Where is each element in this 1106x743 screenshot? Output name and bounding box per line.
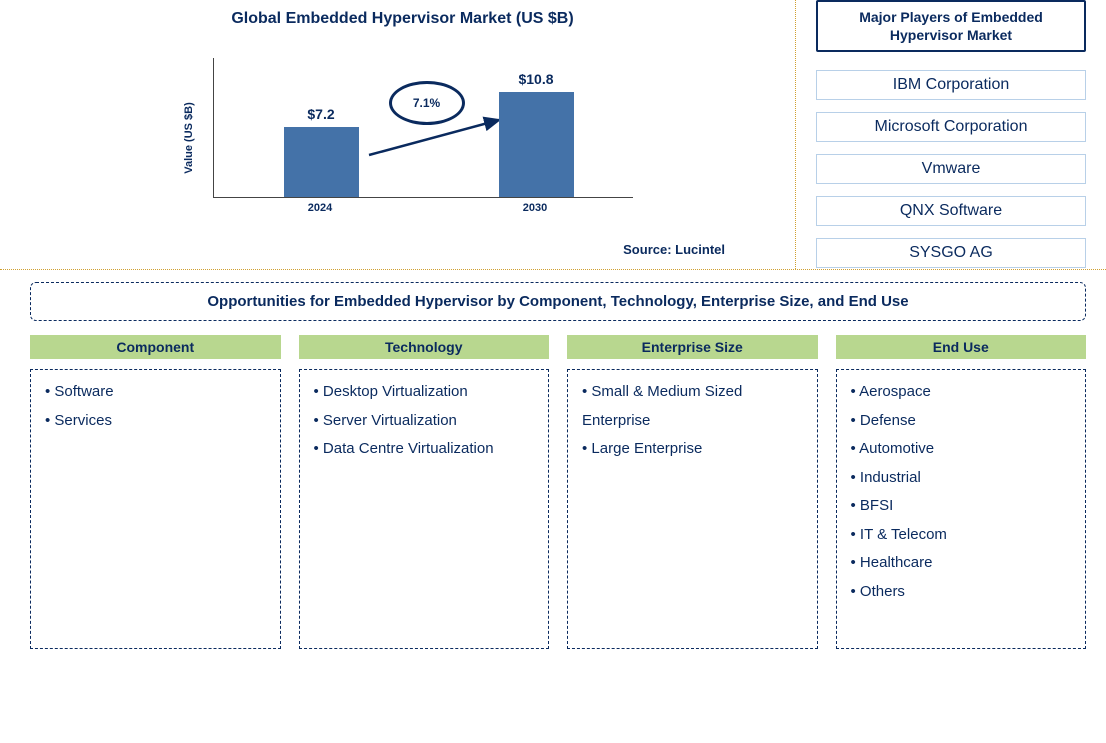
- bar-chart: Value (US $B) $7.2 $10.8 7.1% 2024: [173, 58, 633, 218]
- column-header: Technology: [299, 335, 550, 359]
- column-enterprise-size: Enterprise Size Small & Medium Sized Ent…: [567, 335, 818, 649]
- column-body: Desktop Virtualization Server Virtualiza…: [299, 369, 550, 649]
- opportunities-section: Opportunities for Embedded Hypervisor by…: [0, 270, 1106, 649]
- list-item: Large Enterprise: [578, 435, 807, 464]
- column-header: End Use: [836, 335, 1087, 359]
- player-item: QNX Software: [816, 196, 1086, 226]
- column-body: Software Services: [30, 369, 281, 649]
- chart-area: Global Embedded Hypervisor Market (US $B…: [0, 0, 796, 269]
- players-title: Major Players of Embedded Hypervisor Mar…: [816, 0, 1086, 52]
- x-axis: 2024 2030: [213, 200, 633, 218]
- column-body: Aerospace Defense Automotive Industrial …: [836, 369, 1087, 649]
- column-header: Component: [30, 335, 281, 359]
- player-item: IBM Corporation: [816, 70, 1086, 100]
- list-item: Desktop Virtualization: [310, 378, 539, 407]
- list-item: BFSI: [847, 492, 1076, 521]
- x-label-2024: 2024: [283, 202, 358, 214]
- list-item: Defense: [847, 407, 1076, 436]
- bar-2030-value-label: $10.8: [499, 71, 574, 87]
- list-item: Aerospace: [847, 378, 1076, 407]
- chart-title: Global Embedded Hypervisor Market (US $B…: [30, 10, 775, 28]
- list-item: Server Virtualization: [310, 407, 539, 436]
- list-item: Software: [41, 378, 270, 407]
- list-item: Data Centre Virtualization: [310, 435, 539, 464]
- list-item: Healthcare: [847, 549, 1076, 578]
- chart-source: Source: Lucintel: [623, 242, 725, 257]
- list-item: Small & Medium Sized Enterprise: [578, 378, 807, 435]
- player-item: SYSGO AG: [816, 238, 1086, 268]
- list-item: Others: [847, 578, 1076, 607]
- x-label-2030: 2030: [498, 202, 573, 214]
- column-end-use: End Use Aerospace Defense Automotive Ind…: [836, 335, 1087, 649]
- list-item: Industrial: [847, 464, 1076, 493]
- list-item: Services: [41, 407, 270, 436]
- list-item: IT & Telecom: [847, 521, 1076, 550]
- column-header: Enterprise Size: [567, 335, 818, 359]
- list-item: Automotive: [847, 435, 1076, 464]
- column-technology: Technology Desktop Virtualization Server…: [299, 335, 550, 649]
- top-section: Global Embedded Hypervisor Market (US $B…: [0, 0, 1106, 270]
- bar-2024: [284, 127, 359, 197]
- column-body: Small & Medium Sized Enterprise Large En…: [567, 369, 818, 649]
- player-item: Vmware: [816, 154, 1086, 184]
- column-component: Component Software Services: [30, 335, 281, 649]
- y-axis-label: Value (US $B): [182, 102, 194, 174]
- opportunities-title: Opportunities for Embedded Hypervisor by…: [30, 282, 1086, 321]
- bar-2030: [499, 92, 574, 197]
- growth-rate-badge: 7.1%: [389, 81, 465, 125]
- players-panel: Major Players of Embedded Hypervisor Mar…: [796, 0, 1106, 269]
- opportunity-columns: Component Software Services Technology D…: [30, 335, 1086, 649]
- bar-2024-value-label: $7.2: [284, 106, 359, 122]
- plot-area: $7.2 $10.8 7.1%: [213, 58, 633, 198]
- player-item: Microsoft Corporation: [816, 112, 1086, 142]
